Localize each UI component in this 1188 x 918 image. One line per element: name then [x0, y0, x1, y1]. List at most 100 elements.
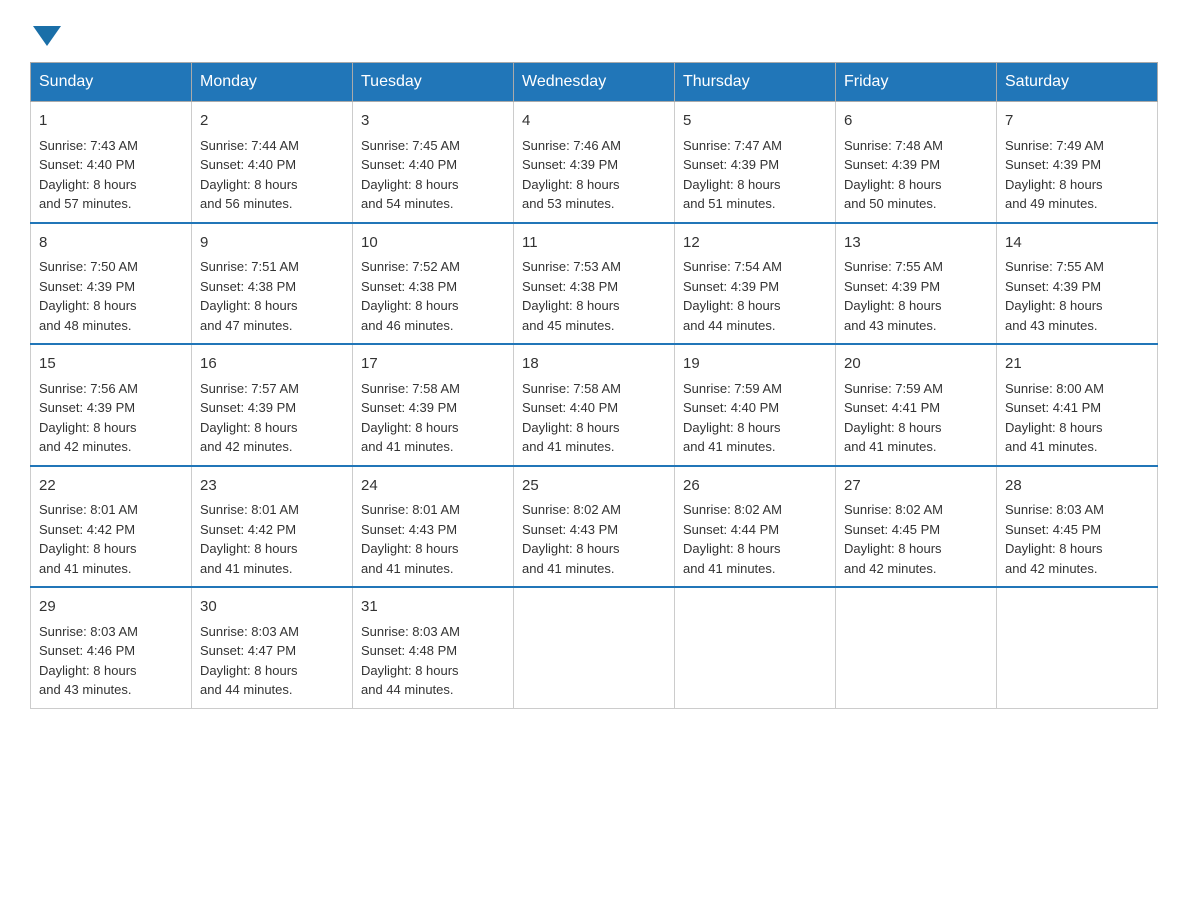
- calendar-week-5: 29Sunrise: 8:03 AMSunset: 4:46 PMDayligh…: [31, 587, 1158, 708]
- day-number: 15: [39, 353, 183, 376]
- logo-arrow-icon: [33, 26, 61, 46]
- sunset-label: Sunset: 4:47 PM: [200, 643, 296, 658]
- sunset-label: Sunset: 4:39 PM: [39, 400, 135, 415]
- daylight-minutes: and 48 minutes.: [39, 318, 132, 333]
- daylight-minutes: and 49 minutes.: [1005, 196, 1098, 211]
- daylight-minutes: and 43 minutes.: [844, 318, 937, 333]
- daylight-minutes: and 44 minutes.: [683, 318, 776, 333]
- day-number: 8: [39, 232, 183, 255]
- calendar-cell: 14Sunrise: 7:55 AMSunset: 4:39 PMDayligh…: [997, 223, 1158, 345]
- sunrise-label: Sunrise: 8:02 AM: [683, 502, 782, 517]
- daylight-label: Daylight: 8 hours: [844, 177, 942, 192]
- calendar-cell: 27Sunrise: 8:02 AMSunset: 4:45 PMDayligh…: [836, 466, 997, 588]
- sunrise-label: Sunrise: 7:58 AM: [522, 381, 621, 396]
- daylight-minutes: and 46 minutes.: [361, 318, 454, 333]
- calendar-cell: 26Sunrise: 8:02 AMSunset: 4:44 PMDayligh…: [675, 466, 836, 588]
- daylight-label: Daylight: 8 hours: [1005, 420, 1103, 435]
- daylight-label: Daylight: 8 hours: [200, 177, 298, 192]
- daylight-minutes: and 42 minutes.: [200, 439, 293, 454]
- page-header: [30, 20, 1158, 42]
- day-number: 1: [39, 110, 183, 133]
- day-number: 3: [361, 110, 505, 133]
- daylight-label: Daylight: 8 hours: [683, 177, 781, 192]
- daylight-minutes: and 41 minutes.: [39, 561, 132, 576]
- daylight-label: Daylight: 8 hours: [522, 541, 620, 556]
- calendar-cell: 29Sunrise: 8:03 AMSunset: 4:46 PMDayligh…: [31, 587, 192, 708]
- daylight-label: Daylight: 8 hours: [200, 541, 298, 556]
- daylight-label: Daylight: 8 hours: [39, 177, 137, 192]
- daylight-label: Daylight: 8 hours: [1005, 298, 1103, 313]
- sunrise-label: Sunrise: 7:47 AM: [683, 138, 782, 153]
- daylight-minutes: and 41 minutes.: [1005, 439, 1098, 454]
- sunset-label: Sunset: 4:40 PM: [361, 157, 457, 172]
- sunrise-label: Sunrise: 7:58 AM: [361, 381, 460, 396]
- sunset-label: Sunset: 4:40 PM: [39, 157, 135, 172]
- daylight-minutes: and 41 minutes.: [522, 561, 615, 576]
- calendar-cell: [997, 587, 1158, 708]
- day-number: 5: [683, 110, 827, 133]
- sunset-label: Sunset: 4:39 PM: [844, 157, 940, 172]
- daylight-label: Daylight: 8 hours: [39, 298, 137, 313]
- daylight-label: Daylight: 8 hours: [200, 663, 298, 678]
- sunrise-label: Sunrise: 7:57 AM: [200, 381, 299, 396]
- calendar-cell: 11Sunrise: 7:53 AMSunset: 4:38 PMDayligh…: [514, 223, 675, 345]
- sunrise-label: Sunrise: 7:50 AM: [39, 259, 138, 274]
- calendar-cell: 8Sunrise: 7:50 AMSunset: 4:39 PMDaylight…: [31, 223, 192, 345]
- sunset-label: Sunset: 4:42 PM: [39, 522, 135, 537]
- sunrise-label: Sunrise: 7:52 AM: [361, 259, 460, 274]
- sunrise-label: Sunrise: 8:01 AM: [200, 502, 299, 517]
- sunrise-label: Sunrise: 7:43 AM: [39, 138, 138, 153]
- sunrise-label: Sunrise: 8:00 AM: [1005, 381, 1104, 396]
- day-number: 21: [1005, 353, 1149, 376]
- day-number: 14: [1005, 232, 1149, 255]
- day-number: 26: [683, 475, 827, 498]
- day-number: 16: [200, 353, 344, 376]
- calendar-week-1: 1 Sunrise: 7:43 AM Sunset: 4:40 PM Daylight…: [31, 102, 1158, 223]
- calendar-cell: 4Sunrise: 7:46 AMSunset: 4:39 PMDaylight…: [514, 102, 675, 223]
- day-number: 28: [1005, 475, 1149, 498]
- day-number: 4: [522, 110, 666, 133]
- daylight-minutes: and 56 minutes.: [200, 196, 293, 211]
- daylight-label: Daylight: 8 hours: [683, 298, 781, 313]
- day-number: 31: [361, 596, 505, 619]
- sunset-label: Sunset: 4:43 PM: [361, 522, 457, 537]
- calendar-cell: 15Sunrise: 7:56 AMSunset: 4:39 PMDayligh…: [31, 344, 192, 466]
- sunrise-label: Sunrise: 8:02 AM: [522, 502, 621, 517]
- daylight-minutes: and 41 minutes.: [200, 561, 293, 576]
- day-number: 22: [39, 475, 183, 498]
- sunset-label: Sunset: 4:48 PM: [361, 643, 457, 658]
- sunrise-label: Sunrise: 8:01 AM: [361, 502, 460, 517]
- daylight-label: Daylight: 8 hours: [361, 298, 459, 313]
- daylight-label: Daylight: 8 hours: [683, 541, 781, 556]
- calendar-header-friday: Friday: [836, 63, 997, 102]
- day-number: 19: [683, 353, 827, 376]
- calendar-header-monday: Monday: [192, 63, 353, 102]
- sunset-label: Sunset: 4:40 PM: [683, 400, 779, 415]
- sunrise-label: Sunrise: 7:44 AM: [200, 138, 299, 153]
- day-number: 23: [200, 475, 344, 498]
- calendar-cell: 13Sunrise: 7:55 AMSunset: 4:39 PMDayligh…: [836, 223, 997, 345]
- calendar-cell: 5 Sunrise: 7:47 AM Sunset: 4:39 PM Daylight…: [675, 102, 836, 223]
- daylight-label: Daylight: 8 hours: [844, 420, 942, 435]
- day-number: 24: [361, 475, 505, 498]
- daylight-label: Daylight: 8 hours: [200, 298, 298, 313]
- sunset-label: Sunset: 4:38 PM: [361, 279, 457, 294]
- calendar-cell: 19Sunrise: 7:59 AMSunset: 4:40 PMDayligh…: [675, 344, 836, 466]
- daylight-label: Daylight: 8 hours: [361, 663, 459, 678]
- day-number: 18: [522, 353, 666, 376]
- calendar-table: SundayMondayTuesdayWednesdayThursdayFrid…: [30, 62, 1158, 709]
- sunrise-label: Sunrise: 7:48 AM: [844, 138, 943, 153]
- sunrise-label: Sunrise: 8:02 AM: [844, 502, 943, 517]
- sunset-label: Sunset: 4:39 PM: [844, 279, 940, 294]
- logo: [30, 20, 61, 42]
- sunrise-label: Sunrise: 7:45 AM: [361, 138, 460, 153]
- sunset-label: Sunset: 4:39 PM: [1005, 157, 1101, 172]
- day-number: 13: [844, 232, 988, 255]
- daylight-minutes: and 42 minutes.: [39, 439, 132, 454]
- calendar-cell: [836, 587, 997, 708]
- sunset-label: Sunset: 4:38 PM: [200, 279, 296, 294]
- calendar-cell: 1 Sunrise: 7:43 AM Sunset: 4:40 PM Daylight…: [31, 102, 192, 223]
- sunset-label: Sunset: 4:39 PM: [683, 157, 779, 172]
- day-number: 6: [844, 110, 988, 133]
- daylight-label: Daylight: 8 hours: [39, 420, 137, 435]
